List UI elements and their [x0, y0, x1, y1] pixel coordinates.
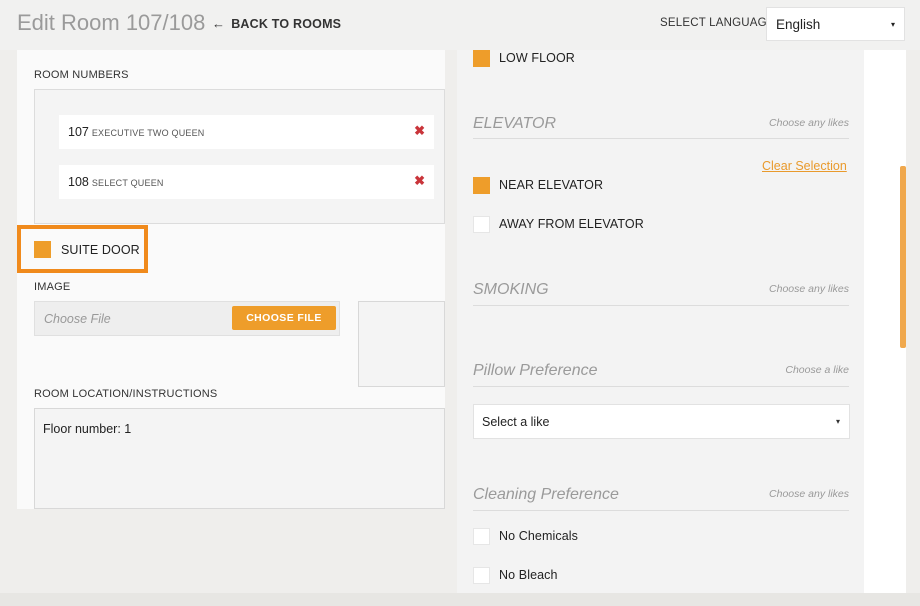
location-label: ROOM LOCATION/INSTRUCTIONS: [34, 388, 218, 400]
page-title: Edit Room 107/108: [17, 10, 206, 35]
low-floor-label: LOW FLOOR: [499, 51, 575, 65]
pillow-preference-title: Pillow Preference: [473, 362, 598, 379]
room-numbers-box: [34, 89, 445, 224]
near-elevator-checkbox[interactable]: [473, 177, 490, 194]
elevator-title: ELEVATOR: [473, 115, 556, 132]
elevator-hint: Choose any likes: [769, 117, 849, 129]
smoking-hint: Choose any likes: [769, 283, 849, 295]
suite-door-label: SUITE DOOR: [61, 243, 140, 257]
pillow-preference-select[interactable]: Select a like ▾: [473, 404, 850, 439]
room-type: SELECT QUEEN: [91, 178, 164, 188]
room-row: 107 EXECUTIVE TWO QUEEN ✖: [59, 115, 434, 149]
pillow-preference-hint: Choose a like: [785, 364, 849, 376]
suite-door-checkbox[interactable]: [34, 241, 51, 258]
no-bleach-checkbox[interactable]: [473, 567, 490, 584]
back-to-rooms-link[interactable]: ← BACK TO ROOMS: [212, 16, 341, 31]
pillow-select-value: Select a like: [482, 415, 550, 429]
page-bottom: [0, 593, 920, 606]
away-from-elevator-label: AWAY FROM ELEVATOR: [499, 217, 644, 231]
room-number: 108: [68, 175, 89, 189]
language-select-value: English: [776, 17, 821, 32]
no-chemicals-checkbox[interactable]: [473, 528, 490, 545]
remove-x-icon[interactable]: ✖: [414, 173, 425, 189]
remove-x-icon[interactable]: ✖: [414, 123, 425, 139]
room-number: 107: [68, 125, 89, 139]
room-row: 108 SELECT QUEEN ✖: [59, 165, 434, 199]
away-from-elevator-checkbox[interactable]: [473, 216, 490, 233]
select-language-label: SELECT LANGUAGE: [660, 17, 775, 29]
low-floor-checkbox[interactable]: [473, 50, 490, 67]
smoking-title: SMOKING: [473, 281, 549, 298]
section-divider: [473, 138, 849, 139]
image-label: IMAGE: [34, 281, 71, 293]
arrow-left-icon: ←: [212, 16, 226, 31]
back-to-rooms-label: BACK TO ROOMS: [231, 17, 342, 31]
section-divider: [473, 386, 849, 387]
no-chemicals-label: No Chemicals: [499, 529, 579, 543]
language-select[interactable]: English ▾: [766, 7, 905, 41]
cleaning-preference-hint: Choose any likes: [769, 488, 849, 500]
location-textarea[interactable]: Floor number: 1: [34, 408, 445, 509]
no-bleach-label: No Bleach: [499, 568, 558, 582]
section-divider: [473, 305, 849, 306]
near-elevator-label: NEAR ELEVATOR: [499, 178, 604, 192]
location-value: Floor number: 1: [43, 422, 132, 436]
clear-selection-link[interactable]: Clear Selection: [762, 159, 847, 173]
chevron-down-icon: ▾: [890, 20, 895, 29]
image-preview: [358, 301, 445, 387]
section-divider: [473, 510, 849, 511]
file-placeholder: Choose File: [44, 312, 111, 326]
room-numbers-label: ROOM NUMBERS: [34, 69, 129, 81]
choose-file-button[interactable]: CHOOSE FILE: [232, 306, 336, 330]
room-type: EXECUTIVE TWO QUEEN: [91, 128, 205, 138]
chevron-down-icon: ▾: [835, 417, 840, 426]
scrollbar-thumb[interactable]: [900, 166, 906, 348]
cleaning-preference-title: Cleaning Preference: [473, 486, 619, 503]
